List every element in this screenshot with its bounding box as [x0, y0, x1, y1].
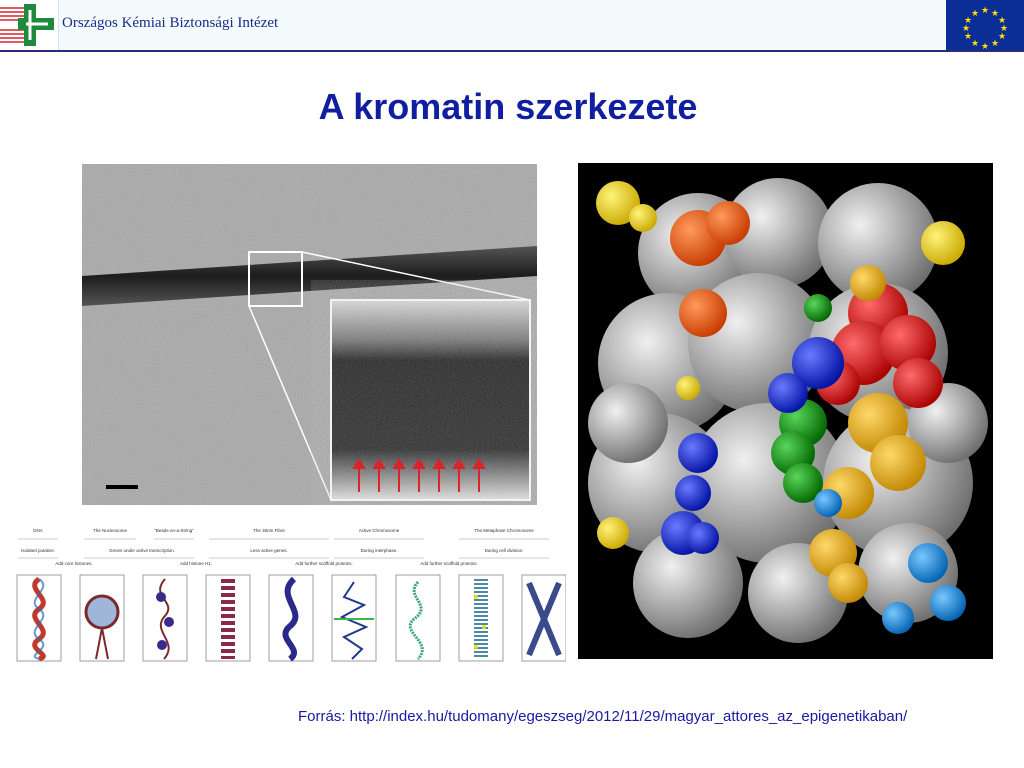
diagram-description: Isolated putative. — [21, 548, 55, 553]
diagram-step-label: Add further scaffold proteins. — [295, 561, 352, 566]
eu-flag: ★ ★ ★ ★ ★ ★ ★ ★ ★ ★ ★ ★ — [946, 0, 1024, 52]
header-bar: Országos Kémiai Biztonsági Intézet ★ ★ ★ ★… — [0, 0, 1024, 52]
svg-text:★: ★ — [971, 9, 979, 19]
organization-name: Országos Kémiai Biztonsági Intézet — [62, 15, 279, 31]
diagram-description: Genes under active transcription. — [109, 548, 175, 553]
svg-text:★: ★ — [971, 39, 979, 49]
diagram-description: Less active genes. — [250, 548, 287, 553]
diagram-description: During cell division. — [485, 548, 524, 553]
nucleosome-molecular-model — [578, 163, 993, 659]
slide-title: A kromatin szerkezete — [318, 86, 698, 127]
chromatin-packing-diagram: DNA The Nucleosome "Beads-on-a-String" T… — [14, 527, 566, 665]
institute-logo — [0, 0, 60, 50]
diagram-stage-label: The Nucleosome — [93, 528, 128, 533]
svg-text:★: ★ — [998, 32, 1006, 42]
diagram-stage-label: "Beads-on-a-String" — [154, 528, 194, 533]
diagram-stage-label: Active Chromosome — [359, 528, 400, 533]
svg-text:★: ★ — [991, 39, 999, 49]
electron-micrograph — [82, 164, 537, 505]
diagram-stage-label: The Metaphase Chromosome — [474, 528, 534, 533]
svg-text:★: ★ — [981, 6, 989, 16]
diagram-stage-label: The 30nm Fibre — [253, 528, 285, 533]
diagram-step-label: Add further scaffold proteins. — [420, 561, 477, 566]
diagram-step-label: Add core histones. — [55, 561, 92, 566]
diagram-step-label: Add histone H1. — [180, 561, 212, 566]
diagram-stage-label: DNA — [33, 528, 43, 533]
diagram-description: During interphase. — [361, 548, 398, 553]
source-citation: Forrás: http://index.hu/tudomany/egeszse… — [298, 708, 908, 725]
header-divider — [0, 50, 1024, 52]
